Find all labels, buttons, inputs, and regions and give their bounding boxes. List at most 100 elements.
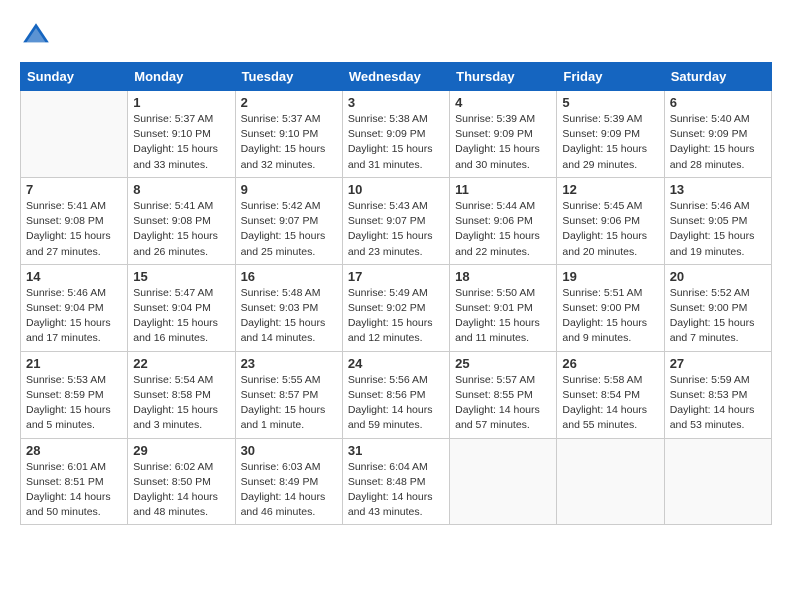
cell-3-3: 16 Sunrise: 5:48 AM Sunset: 9:03 PM Dayli… <box>235 264 342 351</box>
cell-info: Sunrise: 5:37 AM Sunset: 9:10 PM Dayligh… <box>133 112 229 173</box>
day-number: 22 <box>133 356 229 371</box>
cell-info: Sunrise: 5:50 AM Sunset: 9:01 PM Dayligh… <box>455 286 551 347</box>
cell-info: Sunrise: 5:45 AM Sunset: 9:06 PM Dayligh… <box>562 199 658 260</box>
day-number: 24 <box>348 356 444 371</box>
cell-info: Sunrise: 5:46 AM Sunset: 9:05 PM Dayligh… <box>670 199 766 260</box>
cell-1-4: 3 Sunrise: 5:38 AM Sunset: 9:09 PM Daylig… <box>342 91 449 178</box>
cell-5-2: 29 Sunrise: 6:02 AM Sunset: 8:50 PM Dayli… <box>128 438 235 525</box>
day-number: 31 <box>348 443 444 458</box>
cell-5-4: 31 Sunrise: 6:04 AM Sunset: 8:48 PM Dayli… <box>342 438 449 525</box>
day-number: 18 <box>455 269 551 284</box>
col-header-tuesday: Tuesday <box>235 63 342 91</box>
cell-1-1 <box>21 91 128 178</box>
day-number: 28 <box>26 443 122 458</box>
logo-icon <box>20 20 52 52</box>
cell-info: Sunrise: 5:56 AM Sunset: 8:56 PM Dayligh… <box>348 373 444 434</box>
cell-info: Sunrise: 5:58 AM Sunset: 8:54 PM Dayligh… <box>562 373 658 434</box>
day-number: 19 <box>562 269 658 284</box>
col-header-wednesday: Wednesday <box>342 63 449 91</box>
cell-2-4: 10Sunrise: 5:43 AM Sunset: 9:07 PM Dayli… <box>342 177 449 264</box>
cell-info: Sunrise: 5:53 AM Sunset: 8:59 PM Dayligh… <box>26 373 122 434</box>
cell-2-7: 13 Sunrise: 5:46 AM Sunset: 9:05 PM Dayli… <box>664 177 771 264</box>
cell-info: Sunrise: 5:59 AM Sunset: 8:53 PM Dayligh… <box>670 373 766 434</box>
cell-4-5: 25 Sunrise: 5:57 AM Sunset: 8:55 PM Dayli… <box>450 351 557 438</box>
cell-3-1: 14Sunrise: 5:46 AM Sunset: 9:04 PM Dayli… <box>21 264 128 351</box>
cell-1-6: 5Sunrise: 5:39 AM Sunset: 9:09 PM Daylig… <box>557 91 664 178</box>
cell-5-1: 28 Sunrise: 6:01 AM Sunset: 8:51 PM Dayli… <box>21 438 128 525</box>
cell-3-6: 19 Sunrise: 5:51 AM Sunset: 9:00 PM Dayli… <box>557 264 664 351</box>
day-number: 16 <box>241 269 337 284</box>
cell-info: Sunrise: 5:40 AM Sunset: 9:09 PM Dayligh… <box>670 112 766 173</box>
day-number: 11 <box>455 182 551 197</box>
day-number: 23 <box>241 356 337 371</box>
day-number: 25 <box>455 356 551 371</box>
cell-3-7: 20 Sunrise: 5:52 AM Sunset: 9:00 PM Dayli… <box>664 264 771 351</box>
cell-info: Sunrise: 5:55 AM Sunset: 8:57 PM Dayligh… <box>241 373 337 434</box>
day-number: 27 <box>670 356 766 371</box>
cell-info: Sunrise: 5:48 AM Sunset: 9:03 PM Dayligh… <box>241 286 337 347</box>
cell-3-4: 17Sunrise: 5:49 AM Sunset: 9:02 PM Dayli… <box>342 264 449 351</box>
cell-info: Sunrise: 5:39 AM Sunset: 9:09 PM Dayligh… <box>455 112 551 173</box>
day-number: 30 <box>241 443 337 458</box>
cell-info: Sunrise: 5:41 AM Sunset: 9:08 PM Dayligh… <box>26 199 122 260</box>
cell-info: Sunrise: 5:42 AM Sunset: 9:07 PM Dayligh… <box>241 199 337 260</box>
week-row-2: 7 Sunrise: 5:41 AM Sunset: 9:08 PM Daylig… <box>21 177 772 264</box>
calendar-table: SundayMondayTuesdayWednesdayThursdayFrid… <box>20 62 772 525</box>
day-number: 4 <box>455 95 551 110</box>
cell-info: Sunrise: 5:57 AM Sunset: 8:55 PM Dayligh… <box>455 373 551 434</box>
cell-info: Sunrise: 5:38 AM Sunset: 9:09 PM Dayligh… <box>348 112 444 173</box>
week-row-5: 28 Sunrise: 6:01 AM Sunset: 8:51 PM Dayli… <box>21 438 772 525</box>
cell-4-2: 22 Sunrise: 5:54 AM Sunset: 8:58 PM Dayli… <box>128 351 235 438</box>
day-number: 21 <box>26 356 122 371</box>
cell-5-3: 30 Sunrise: 6:03 AM Sunset: 8:49 PM Dayli… <box>235 438 342 525</box>
cell-info: Sunrise: 5:41 AM Sunset: 9:08 PM Dayligh… <box>133 199 229 260</box>
cell-5-7 <box>664 438 771 525</box>
cell-info: Sunrise: 5:54 AM Sunset: 8:58 PM Dayligh… <box>133 373 229 434</box>
day-number: 15 <box>133 269 229 284</box>
cell-5-6 <box>557 438 664 525</box>
cell-4-6: 26 Sunrise: 5:58 AM Sunset: 8:54 PM Dayli… <box>557 351 664 438</box>
day-number: 1 <box>133 95 229 110</box>
day-number: 13 <box>670 182 766 197</box>
cell-3-2: 15 Sunrise: 5:47 AM Sunset: 9:04 PM Dayli… <box>128 264 235 351</box>
cell-4-1: 21 Sunrise: 5:53 AM Sunset: 8:59 PM Dayli… <box>21 351 128 438</box>
cell-2-1: 7 Sunrise: 5:41 AM Sunset: 9:08 PM Daylig… <box>21 177 128 264</box>
day-number: 8 <box>133 182 229 197</box>
cell-info: Sunrise: 6:01 AM Sunset: 8:51 PM Dayligh… <box>26 460 122 521</box>
day-number: 26 <box>562 356 658 371</box>
cell-info: Sunrise: 5:51 AM Sunset: 9:00 PM Dayligh… <box>562 286 658 347</box>
cell-info: Sunrise: 6:02 AM Sunset: 8:50 PM Dayligh… <box>133 460 229 521</box>
cell-4-4: 24 Sunrise: 5:56 AM Sunset: 8:56 PM Dayli… <box>342 351 449 438</box>
cell-2-3: 9 Sunrise: 5:42 AM Sunset: 9:07 PM Daylig… <box>235 177 342 264</box>
cell-1-3: 2Sunrise: 5:37 AM Sunset: 9:10 PM Daylig… <box>235 91 342 178</box>
week-row-1: 1 Sunrise: 5:37 AM Sunset: 9:10 PM Daylig… <box>21 91 772 178</box>
day-number: 29 <box>133 443 229 458</box>
cell-info: Sunrise: 5:44 AM Sunset: 9:06 PM Dayligh… <box>455 199 551 260</box>
col-header-saturday: Saturday <box>664 63 771 91</box>
cell-2-5: 11 Sunrise: 5:44 AM Sunset: 9:06 PM Dayli… <box>450 177 557 264</box>
cell-4-3: 23 Sunrise: 5:55 AM Sunset: 8:57 PM Dayli… <box>235 351 342 438</box>
cell-info: Sunrise: 6:03 AM Sunset: 8:49 PM Dayligh… <box>241 460 337 521</box>
cell-info: Sunrise: 5:49 AM Sunset: 9:02 PM Dayligh… <box>348 286 444 347</box>
cell-info: Sunrise: 5:52 AM Sunset: 9:00 PM Dayligh… <box>670 286 766 347</box>
cell-5-5 <box>450 438 557 525</box>
cell-3-5: 18 Sunrise: 5:50 AM Sunset: 9:01 PM Dayli… <box>450 264 557 351</box>
day-number: 6 <box>670 95 766 110</box>
day-number: 5 <box>562 95 658 110</box>
cell-info: Sunrise: 5:37 AM Sunset: 9:10 PM Dayligh… <box>241 112 337 173</box>
day-number: 3 <box>348 95 444 110</box>
col-header-friday: Friday <box>557 63 664 91</box>
cell-4-7: 27 Sunrise: 5:59 AM Sunset: 8:53 PM Dayli… <box>664 351 771 438</box>
day-number: 9 <box>241 182 337 197</box>
day-number: 7 <box>26 182 122 197</box>
week-row-3: 14Sunrise: 5:46 AM Sunset: 9:04 PM Dayli… <box>21 264 772 351</box>
cell-1-7: 6 Sunrise: 5:40 AM Sunset: 9:09 PM Daylig… <box>664 91 771 178</box>
col-header-thursday: Thursday <box>450 63 557 91</box>
cell-info: Sunrise: 6:04 AM Sunset: 8:48 PM Dayligh… <box>348 460 444 521</box>
page-header <box>20 20 772 52</box>
col-header-sunday: Sunday <box>21 63 128 91</box>
header-row: SundayMondayTuesdayWednesdayThursdayFrid… <box>21 63 772 91</box>
day-number: 10 <box>348 182 444 197</box>
day-number: 20 <box>670 269 766 284</box>
cell-info: Sunrise: 5:47 AM Sunset: 9:04 PM Dayligh… <box>133 286 229 347</box>
